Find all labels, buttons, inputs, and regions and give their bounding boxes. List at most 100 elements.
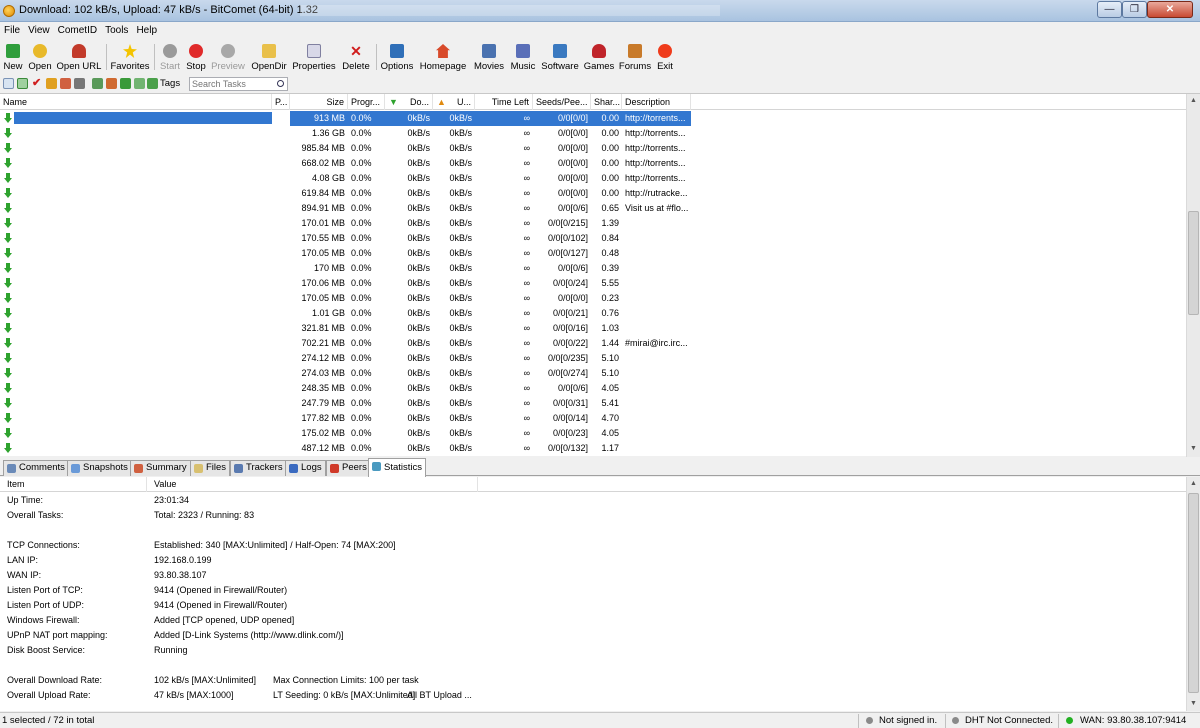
close-button[interactable]: ✕ bbox=[1147, 1, 1193, 18]
uploading-filter-icon[interactable] bbox=[46, 78, 57, 89]
search-icon[interactable] bbox=[277, 80, 284, 87]
tab-trackers[interactable]: Trackers bbox=[230, 460, 287, 476]
exit-button[interactable]: Exit bbox=[654, 42, 676, 74]
table-row[interactable]: 247.79 MB 0.0% 0kB/s 0kB/s ∞ 0/0[0/31] 5.41 bbox=[0, 396, 691, 411]
move-up-icon[interactable] bbox=[120, 78, 131, 89]
col-size[interactable]: Size bbox=[290, 94, 348, 110]
tags-button[interactable]: Tags bbox=[160, 78, 180, 89]
open-url-button[interactable]: Open URL bbox=[56, 42, 102, 74]
start-button[interactable]: Start bbox=[158, 42, 182, 74]
table-row[interactable]: 894.91 MB 0.0% 0kB/s 0kB/s ∞ 0/0[0/6] 0.65 Visi… bbox=[0, 201, 691, 216]
stopped-filter-icon[interactable] bbox=[74, 78, 85, 89]
table-row[interactable]: 487.12 MB 0.0% 0kB/s 0kB/s ∞ 0/0[0/132] 1.17 bbox=[0, 441, 691, 456]
menu-view[interactable]: View bbox=[24, 24, 54, 36]
preview-button[interactable]: Preview bbox=[210, 42, 246, 74]
stat-row: LAN IP: 192.168.0.199 bbox=[0, 553, 1180, 568]
seeding-filter-icon[interactable] bbox=[60, 78, 71, 89]
downloading-filter-icon[interactable] bbox=[17, 78, 28, 89]
all-tasks-icon[interactable] bbox=[3, 78, 14, 89]
maximize-button[interactable]: ❐ bbox=[1122, 1, 1147, 18]
col-share-ratio[interactable]: Shar... bbox=[591, 94, 622, 110]
task-name-cell bbox=[14, 202, 272, 214]
software-button[interactable]: Software bbox=[540, 42, 580, 74]
col-time-left[interactable]: Time Left bbox=[475, 94, 533, 110]
tab-peers[interactable]: Peers bbox=[326, 460, 371, 476]
delete-button[interactable]: ✕ Delete bbox=[340, 42, 372, 74]
col-progress[interactable]: Progr... bbox=[348, 94, 385, 110]
queue-filter-icon[interactable] bbox=[92, 78, 103, 89]
table-row[interactable]: 170 MB 0.0% 0kB/s 0kB/s ∞ 0/0[0/6] 0.39 bbox=[0, 261, 691, 276]
completed-check-icon[interactable]: ✔ bbox=[32, 78, 43, 89]
download-rate-cell: 0kB/s bbox=[407, 263, 430, 273]
table-row[interactable]: 668.02 MB 0.0% 0kB/s 0kB/s ∞ 0/0[0/0] 0.00 http… bbox=[0, 156, 691, 171]
tab-logs[interactable]: Logs bbox=[285, 460, 326, 476]
homepage-button[interactable]: Homepage bbox=[419, 42, 467, 74]
task-list-scroll-thumb[interactable] bbox=[1188, 211, 1199, 315]
table-row[interactable]: 1.01 GB 0.0% 0kB/s 0kB/s ∞ 0/0[0/21] 0.76 bbox=[0, 306, 691, 321]
table-row[interactable]: 913 MB 0.0% 0kB/s 0kB/s ∞ 0/0[0/0] 0.00 http://… bbox=[0, 111, 691, 126]
menu-help[interactable]: Help bbox=[132, 24, 161, 36]
tab-summary[interactable]: Summary bbox=[130, 460, 191, 476]
task-list-scrollbar[interactable]: ▲ ▼ bbox=[1186, 94, 1200, 457]
table-row[interactable]: 170.01 MB 0.0% 0kB/s 0kB/s ∞ 0/0[0/215] 1.39 bbox=[0, 216, 691, 231]
table-row[interactable]: 175.02 MB 0.0% 0kB/s 0kB/s ∞ 0/0[0/23] 4.05 bbox=[0, 426, 691, 441]
size-cell: 321.81 MB bbox=[301, 323, 345, 333]
scroll-down-arrow-icon[interactable]: ▼ bbox=[1187, 442, 1200, 456]
options-button[interactable]: Options bbox=[380, 42, 414, 74]
scroll-down-arrow-icon[interactable]: ▼ bbox=[1187, 697, 1200, 711]
table-row[interactable]: 170.06 MB 0.0% 0kB/s 0kB/s ∞ 0/0[0/24] 5.55 bbox=[0, 276, 691, 291]
new-button[interactable]: New bbox=[2, 42, 24, 74]
music-button[interactable]: Music bbox=[509, 42, 537, 74]
tab-files[interactable]: Files bbox=[190, 460, 231, 476]
search-tasks-box[interactable] bbox=[189, 77, 288, 91]
movies-button[interactable]: Movies bbox=[472, 42, 506, 74]
col-name[interactable]: Name bbox=[0, 94, 272, 110]
stat-row: Overall Tasks: Total: 2323 / Running: 83 bbox=[0, 508, 1180, 523]
table-row[interactable]: 170.05 MB 0.0% 0kB/s 0kB/s ∞ 0/0[0/0] 0.23 bbox=[0, 291, 691, 306]
signin-status[interactable]: Not signed in. bbox=[879, 713, 937, 728]
search-tasks-input[interactable] bbox=[190, 78, 274, 90]
table-row[interactable]: 170.05 MB 0.0% 0kB/s 0kB/s ∞ 0/0[0/127] 0.48 bbox=[0, 246, 691, 261]
statistics-scrollbar[interactable]: ▲ ▼ bbox=[1186, 477, 1200, 711]
tab-snapshots[interactable]: Snapshots bbox=[67, 460, 132, 476]
move-down-icon[interactable] bbox=[134, 78, 145, 89]
stop-button[interactable]: Stop bbox=[184, 42, 208, 74]
minimize-button[interactable]: — bbox=[1097, 1, 1122, 18]
scroll-up-arrow-icon[interactable]: ▲ bbox=[1187, 477, 1200, 491]
statistics-scroll-thumb[interactable] bbox=[1188, 493, 1199, 693]
menu-cometid[interactable]: CometID bbox=[54, 24, 101, 36]
opendir-button[interactable]: OpenDir bbox=[250, 42, 288, 74]
tab-comments[interactable]: Comments bbox=[3, 460, 69, 476]
table-row[interactable]: 4.08 GB 0.0% 0kB/s 0kB/s ∞ 0/0[0/0] 0.00 http:/… bbox=[0, 171, 691, 186]
col-seeds-peers[interactable]: Seeds/Pee... bbox=[533, 94, 591, 110]
table-row[interactable]: 619.84 MB 0.0% 0kB/s 0kB/s ∞ 0/0[0/0] 0.00 http… bbox=[0, 186, 691, 201]
open-button[interactable]: Open bbox=[27, 42, 53, 74]
table-row[interactable]: 248.35 MB 0.0% 0kB/s 0kB/s ∞ 0/0[0/6] 4.05 bbox=[0, 381, 691, 396]
menu-file[interactable]: File bbox=[0, 24, 24, 36]
col-item[interactable]: Item bbox=[0, 477, 25, 492]
scroll-up-arrow-icon[interactable]: ▲ bbox=[1187, 94, 1200, 108]
progress-cell: 0.0% bbox=[348, 111, 385, 126]
tab-statistics[interactable]: Statistics bbox=[368, 458, 427, 477]
col-upload[interactable]: ▲ U... bbox=[433, 94, 475, 110]
col-priority[interactable]: P... bbox=[272, 94, 290, 110]
table-row[interactable]: 321.81 MB 0.0% 0kB/s 0kB/s ∞ 0/0[0/16] 1.03 bbox=[0, 321, 691, 336]
pause-filter-icon[interactable] bbox=[106, 78, 117, 89]
table-row[interactable]: 170.55 MB 0.0% 0kB/s 0kB/s ∞ 0/0[0/102] 0.84 bbox=[0, 231, 691, 246]
table-row[interactable]: 702.21 MB 0.0% 0kB/s 0kB/s ∞ 0/0[0/22] 1.44 #mi… bbox=[0, 336, 691, 351]
table-row[interactable]: 177.82 MB 0.0% 0kB/s 0kB/s ∞ 0/0[0/14] 4.70 bbox=[0, 411, 691, 426]
col-download[interactable]: ▼ Do... bbox=[385, 94, 433, 110]
col-value[interactable]: Value bbox=[147, 477, 176, 492]
favorites-button[interactable]: Favorites bbox=[110, 42, 150, 74]
stat-row: Listen Port of UDP: 9414 (Opened in Firew… bbox=[0, 598, 1180, 613]
table-row[interactable]: 1.36 GB 0.0% 0kB/s 0kB/s ∞ 0/0[0/0] 0.00 http:/… bbox=[0, 126, 691, 141]
col-description[interactable]: Description bbox=[622, 94, 691, 110]
table-row[interactable]: 985.84 MB 0.0% 0kB/s 0kB/s ∞ 0/0[0/0] 0.00 http… bbox=[0, 141, 691, 156]
menu-tools[interactable]: Tools bbox=[101, 24, 132, 36]
table-row[interactable]: 274.12 MB 0.0% 0kB/s 0kB/s ∞ 0/0[0/235] 5.10 bbox=[0, 351, 691, 366]
properties-button[interactable]: Properties bbox=[292, 42, 336, 74]
table-row[interactable]: 274.03 MB 0.0% 0kB/s 0kB/s ∞ 0/0[0/274] 5.10 bbox=[0, 366, 691, 381]
downloading-arrow-icon bbox=[4, 143, 12, 154]
forums-button[interactable]: Forums bbox=[618, 42, 652, 74]
games-button[interactable]: Games bbox=[583, 42, 615, 74]
